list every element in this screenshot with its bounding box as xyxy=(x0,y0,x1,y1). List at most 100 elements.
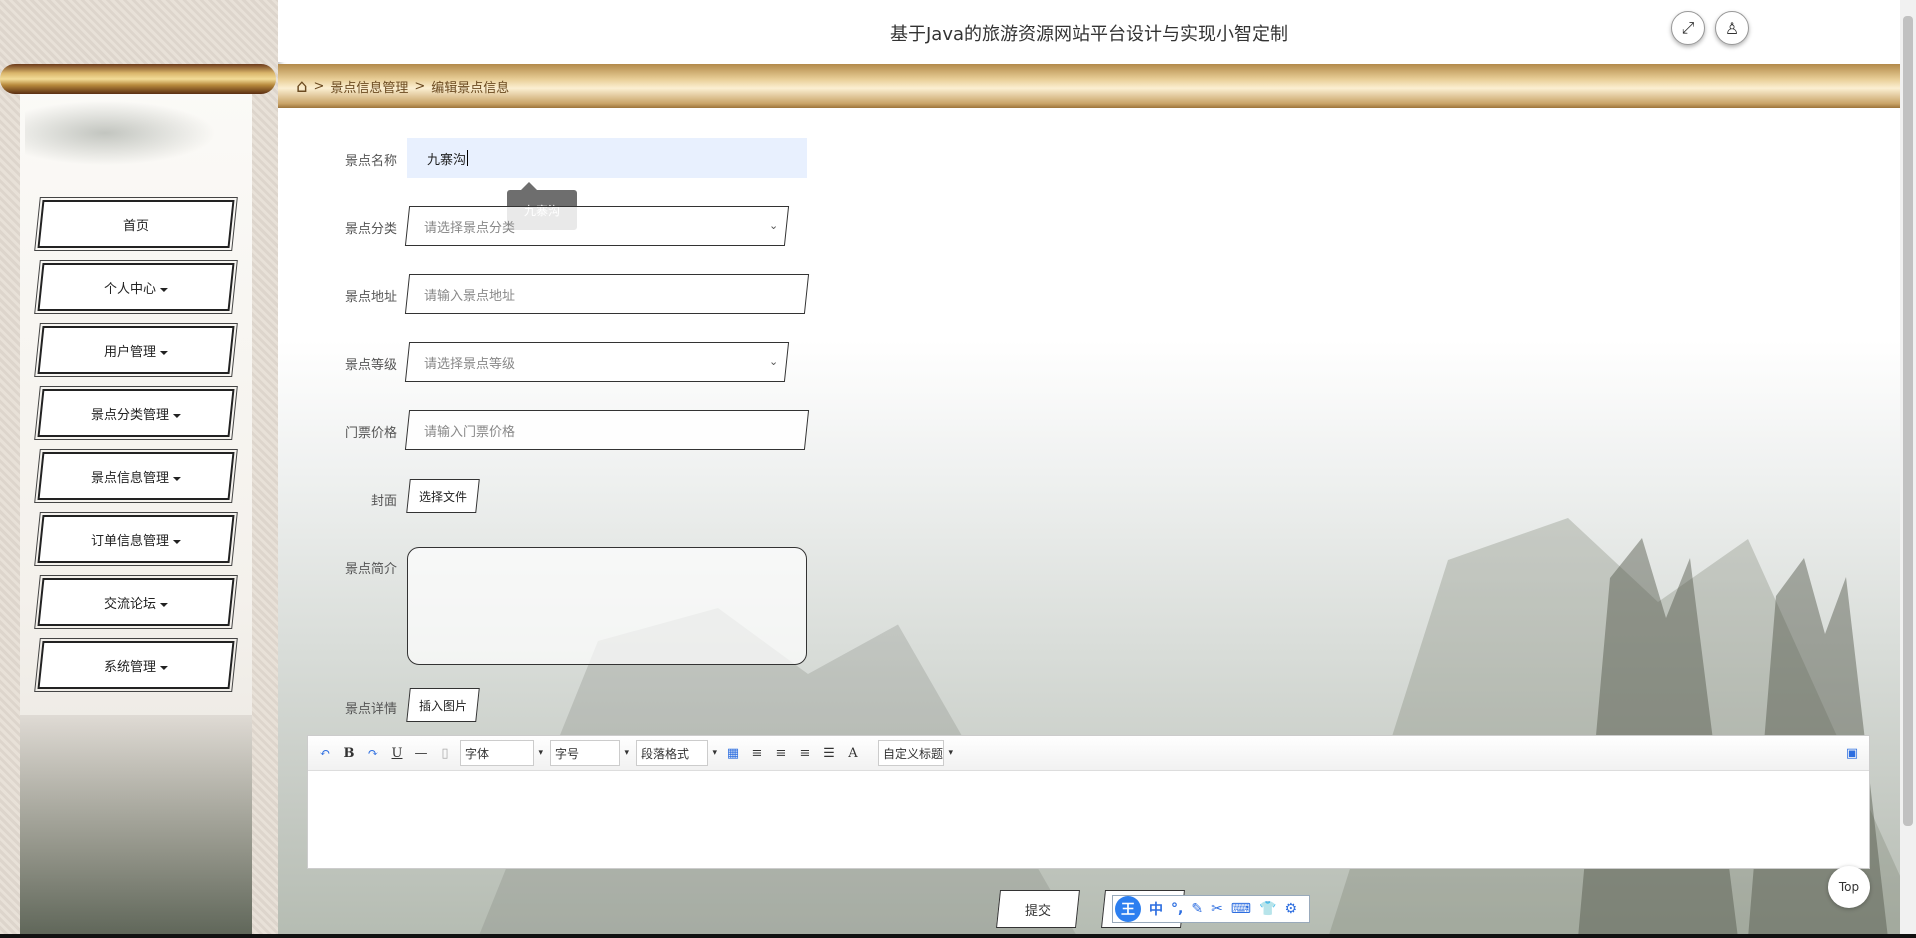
placeholder: 请选择景点分类 xyxy=(424,220,516,236)
expand-icon: ⤢ xyxy=(1681,18,1695,37)
align-right-icon[interactable]: ≡ xyxy=(772,746,790,761)
scrollbar[interactable] xyxy=(1900,0,1916,938)
align-center-icon[interactable]: ≡ xyxy=(796,746,814,761)
sidebar-item-forum[interactable]: 交流论坛 xyxy=(34,575,238,629)
label-wrap: 个人中心 xyxy=(104,278,168,297)
ime-mode[interactable]: 中 xyxy=(1149,899,1163,919)
address-label: 景点地址 xyxy=(344,290,397,305)
sidebar-item-personal[interactable]: 个人中心 xyxy=(34,260,238,314)
label: 首页 xyxy=(122,218,149,234)
label: 订单信息管理 xyxy=(90,533,169,549)
label-wrap: 景点信息管理 xyxy=(91,467,181,486)
window-bottom-edge xyxy=(0,934,1916,938)
detail-label: 景点详情 xyxy=(344,702,397,717)
sidebar-item-scenic[interactable]: 景点信息管理 xyxy=(34,449,238,503)
name-input[interactable]: 九寨沟 xyxy=(407,138,807,178)
label: 景点信息管理 xyxy=(90,470,169,486)
price-label: 门票价格 xyxy=(344,426,397,441)
punctuation-icon[interactable]: °, xyxy=(1171,901,1183,917)
caret-down-icon xyxy=(173,539,181,543)
font-select[interactable]: 字体 xyxy=(460,740,543,766)
caret-down-icon xyxy=(160,287,168,291)
redo-icon[interactable]: ↷ xyxy=(364,746,382,761)
sidebar-item-category[interactable]: 景点分类管理 xyxy=(34,386,238,440)
sidebar-item-system[interactable]: 系统管理 xyxy=(34,638,238,692)
submit-button[interactable]: 提交 xyxy=(996,890,1080,928)
font-color-button[interactable]: A xyxy=(844,746,862,761)
user-icon: ♙ xyxy=(1724,18,1740,38)
paragraph-select[interactable]: 段落格式 xyxy=(636,740,717,766)
settings-icon[interactable]: ⚙ xyxy=(1284,901,1297,917)
intro-textarea[interactable] xyxy=(407,547,807,665)
user-button[interactable]: ♙ xyxy=(1715,11,1749,45)
name-value: 九寨沟 xyxy=(427,152,467,168)
label-wrap: 系统管理 xyxy=(104,656,168,675)
sidebar-item-home[interactable]: 首页 xyxy=(34,197,238,251)
label: 提交 xyxy=(1024,903,1051,919)
breadcrumb-item[interactable]: 景点信息管理 xyxy=(330,77,408,96)
text-cursor xyxy=(467,150,469,166)
category-select[interactable]: 请选择景点分类 ⌄ xyxy=(404,206,790,246)
name-label: 景点名称 xyxy=(344,154,397,169)
horizontal-rule-icon[interactable]: — xyxy=(412,746,430,761)
size-select[interactable]: 字号 xyxy=(550,740,629,766)
bold-button[interactable]: B xyxy=(340,746,358,761)
sidebar-item-orders[interactable]: 订单信息管理 xyxy=(34,512,238,566)
undo-icon[interactable]: ↶ xyxy=(316,746,334,761)
label: 选择文件 xyxy=(419,489,468,504)
ime-logo: 王 xyxy=(1115,896,1141,922)
label: 字号 xyxy=(555,746,580,761)
caret-down-icon xyxy=(173,476,181,480)
scrollbar-thumb[interactable] xyxy=(1903,16,1913,826)
custom-title-select[interactable]: 自定义标题 xyxy=(878,740,953,766)
address-input[interactable]: 请输入景点地址 xyxy=(404,274,810,314)
rich-text-editor: ↶ B ↷ U — ▯ 字体 字号 段落格式 ▦ ≡ ≡ ≡ ☰ A 自定义标题… xyxy=(307,735,1870,869)
pine-painting xyxy=(25,98,225,168)
scissors-icon[interactable]: ✂ xyxy=(1211,901,1223,917)
label: 系统管理 xyxy=(103,659,156,675)
label: 段落格式 xyxy=(641,746,690,761)
label-wrap: 用户管理 xyxy=(104,341,168,360)
intro-label: 景点简介 xyxy=(344,562,397,577)
category-label: 景点分类 xyxy=(344,222,397,237)
label: 字体 xyxy=(465,746,490,761)
home-icon[interactable]: ⌂ xyxy=(296,76,307,97)
breadcrumb-separator: > xyxy=(313,78,325,94)
caret-down-icon xyxy=(160,350,168,354)
price-input[interactable]: 请输入门票价格 xyxy=(404,410,810,450)
sidebar-item-users[interactable]: 用户管理 xyxy=(34,323,238,377)
label: 自定义标题 xyxy=(883,746,944,761)
sidebar: 首页 个人中心 用户管理 景点分类管理 景点信息管理 订单信息管理 交流论坛 系… xyxy=(0,0,278,938)
breadcrumb: ⌂ > 景点信息管理 > 编辑景点信息 xyxy=(278,64,1900,108)
label-wrap: 交流论坛 xyxy=(104,593,168,612)
choose-file-button[interactable]: 选择文件 xyxy=(406,479,480,513)
label: 个人中心 xyxy=(103,281,156,297)
back-to-top-button[interactable]: Top xyxy=(1828,866,1870,908)
chevron-down-icon: ⌄ xyxy=(768,219,779,232)
header: 基于Java的旅游资源网站平台设计与实现小智定制 ⤢ ♙ xyxy=(278,0,1900,62)
align-left-icon[interactable]: ≡ xyxy=(748,746,766,761)
scroll-rod xyxy=(0,64,276,94)
mountain-painting xyxy=(20,715,252,938)
label: 交流论坛 xyxy=(103,596,156,612)
skin-icon[interactable]: 👕 xyxy=(1259,901,1276,917)
ime-toolbar[interactable]: 王 中 °, ✎ ✂ ⌨ 👕 ⚙ xyxy=(1112,895,1310,923)
label-wrap: 景点分类管理 xyxy=(91,404,181,423)
placeholder: 请输入景点地址 xyxy=(424,288,516,304)
pen-icon[interactable]: ✎ xyxy=(1191,901,1203,917)
level-select[interactable]: 请选择景点等级 ⌄ xyxy=(404,342,790,382)
breadcrumb-item: 编辑景点信息 xyxy=(431,80,510,96)
source-view-icon[interactable]: ▣ xyxy=(1843,746,1861,761)
label: 用户管理 xyxy=(103,344,156,360)
page-title: 基于Java的旅游资源网站平台设计与实现小智定制 xyxy=(889,24,1289,45)
label: 景点分类管理 xyxy=(90,407,169,423)
label: 插入图片 xyxy=(419,698,468,713)
keyboard-icon[interactable]: ⌨ xyxy=(1231,901,1251,917)
align-justify-icon[interactable]: ☰ xyxy=(820,746,838,761)
table-icon[interactable]: ▦ xyxy=(724,746,742,761)
fullscreen-button[interactable]: ⤢ xyxy=(1671,11,1705,45)
breadcrumb-separator: > xyxy=(414,78,426,94)
insert-image-button[interactable]: 插入图片 xyxy=(406,688,480,722)
underline-button[interactable]: U xyxy=(388,746,406,761)
new-document-icon[interactable]: ▯ xyxy=(436,746,454,761)
